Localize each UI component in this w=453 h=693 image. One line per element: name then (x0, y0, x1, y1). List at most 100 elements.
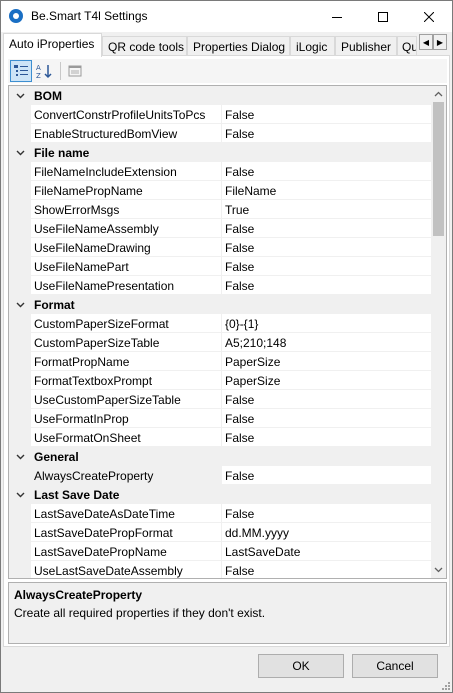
property-name[interactable]: CustomPaperSizeFormat (31, 314, 222, 333)
property-name[interactable]: ConvertConstrProfileUnitsToPcs (31, 105, 222, 124)
property-value[interactable]: False (222, 276, 431, 295)
tab-properties-dialog[interactable]: Properties Dialog (187, 36, 290, 56)
property-value[interactable]: False (222, 466, 431, 485)
property-row[interactable]: FormatPropName PaperSize (9, 352, 431, 371)
category-row[interactable]: General (9, 447, 431, 466)
property-row[interactable]: ConvertConstrProfileUnitsToPcs False (9, 105, 431, 124)
property-row[interactable]: UseFileNameDrawing False (9, 238, 431, 257)
property-row[interactable]: ShowErrorMsgs True (9, 200, 431, 219)
tab-auto-iproperties[interactable]: Auto iProperties (3, 33, 102, 57)
property-row[interactable]: UseFileNamePresentation False (9, 276, 431, 295)
property-row[interactable]: AlwaysCreateProperty False (9, 466, 431, 485)
property-value[interactable]: False (222, 409, 431, 428)
category-collapse-toggle[interactable] (9, 143, 31, 162)
grid-vertical-scrollbar[interactable] (431, 86, 446, 578)
tab-qr-code-tools[interactable]: QR code tools (102, 36, 187, 56)
row-margin (9, 314, 31, 333)
property-value[interactable]: False (222, 390, 431, 409)
property-value[interactable]: A5;210;148 (222, 333, 431, 352)
category-collapse-toggle[interactable] (9, 485, 31, 504)
property-name[interactable]: UseFileNamePresentation (31, 276, 222, 295)
property-value[interactable]: False (222, 105, 431, 124)
property-name[interactable]: UseFileNameDrawing (31, 238, 222, 257)
category-collapse-toggle[interactable] (9, 295, 31, 314)
property-row[interactable]: FormatTextboxPrompt PaperSize (9, 371, 431, 390)
close-button[interactable] (406, 1, 452, 32)
chevron-right-icon: ▶ (436, 37, 444, 47)
resize-grip-icon[interactable] (440, 680, 450, 690)
property-name[interactable]: ShowErrorMsgs (31, 200, 222, 219)
row-margin (9, 504, 31, 523)
property-row[interactable]: LastSaveDateAsDateTime False (9, 504, 431, 523)
property-value[interactable]: FileName (222, 181, 431, 200)
category-row[interactable]: BOM (9, 86, 431, 105)
property-name[interactable]: UseFormatOnSheet (31, 428, 222, 447)
property-name[interactable]: LastSaveDatePropName (31, 542, 222, 561)
category-row[interactable]: Last Save Date (9, 485, 431, 504)
property-name[interactable]: EnableStructuredBomView (31, 124, 222, 143)
property-value[interactable]: PaperSize (222, 371, 431, 390)
property-value[interactable]: False (222, 504, 431, 523)
category-collapse-toggle[interactable] (9, 86, 31, 105)
title-bar[interactable]: Be.Smart T4l Settings (1, 1, 452, 32)
property-row[interactable]: EnableStructuredBomView False (9, 124, 431, 143)
property-name[interactable]: LastSaveDatePropFormat (31, 523, 222, 542)
property-row[interactable]: LastSaveDatePropFormat dd.MM.yyyy (9, 523, 431, 542)
property-row[interactable]: UseFormatInProp False (9, 409, 431, 428)
alphabetical-view-button[interactable]: A Z (34, 60, 56, 82)
property-name[interactable]: FileNamePropName (31, 181, 222, 200)
property-row[interactable]: UseLastSaveDateAssembly False (9, 561, 431, 578)
property-name[interactable]: AlwaysCreateProperty (31, 466, 222, 485)
property-pages-button[interactable] (64, 60, 86, 82)
property-row[interactable]: UseFormatOnSheet False (9, 428, 431, 447)
tab-scroll-left-button[interactable]: ◀ (419, 34, 433, 50)
category-collapse-toggle[interactable] (9, 447, 31, 466)
tab-publisher[interactable]: Publisher (335, 36, 397, 56)
property-name[interactable]: UseFileNameAssembly (31, 219, 222, 238)
property-value[interactable]: False (222, 561, 431, 578)
property-row[interactable]: UseFileNameAssembly False (9, 219, 431, 238)
property-row[interactable]: UseCustomPaperSizeTable False (9, 390, 431, 409)
property-value[interactable]: LastSaveDate (222, 542, 431, 561)
property-value[interactable]: PaperSize (222, 352, 431, 371)
property-value[interactable]: False (222, 238, 431, 257)
scroll-thumb[interactable] (433, 102, 444, 236)
categorized-view-button[interactable] (10, 60, 32, 82)
property-name[interactable]: LastSaveDateAsDateTime (31, 504, 222, 523)
scroll-down-button[interactable] (431, 562, 446, 578)
property-name[interactable]: CustomPaperSizeTable (31, 333, 222, 352)
property-name[interactable]: FormatPropName (31, 352, 222, 371)
property-name[interactable]: FormatTextboxPrompt (31, 371, 222, 390)
property-value[interactable]: False (222, 162, 431, 181)
property-grid[interactable]: BOM ConvertConstrProfileUnitsToPcs False En… (8, 85, 447, 579)
property-row[interactable]: FileNamePropName FileName (9, 181, 431, 200)
property-name[interactable]: UseLastSaveDateAssembly (31, 561, 222, 578)
property-row[interactable]: CustomPaperSizeFormat {0}-{1} (9, 314, 431, 333)
ok-button[interactable]: OK (258, 654, 344, 678)
property-row[interactable]: FileNameIncludeExtension False (9, 162, 431, 181)
property-value[interactable]: {0}-{1} (222, 314, 431, 333)
tab-scroll-right-button[interactable]: ▶ (433, 34, 447, 50)
property-row[interactable]: CustomPaperSizeTable A5;210;148 (9, 333, 431, 352)
property-row[interactable]: LastSaveDatePropName LastSaveDate (9, 542, 431, 561)
property-value[interactable]: dd.MM.yyyy (222, 523, 431, 542)
tab-ilogic[interactable]: iLogic (290, 36, 335, 56)
property-name[interactable]: FileNameIncludeExtension (31, 162, 222, 181)
property-value[interactable]: False (222, 257, 431, 276)
property-value[interactable]: False (222, 219, 431, 238)
maximize-button[interactable] (360, 1, 406, 32)
minimize-button[interactable] (314, 1, 360, 32)
scroll-up-button[interactable] (431, 86, 446, 102)
property-value[interactable]: False (222, 428, 431, 447)
category-row[interactable]: Format (9, 295, 431, 314)
toolbar-separator (60, 62, 61, 80)
category-row[interactable]: File name (9, 143, 431, 162)
property-name[interactable]: UseFileNamePart (31, 257, 222, 276)
property-value[interactable]: False (222, 124, 431, 143)
property-row[interactable]: UseFileNamePart False (9, 257, 431, 276)
tab-quick[interactable]: Qu (397, 36, 417, 56)
property-name[interactable]: UseCustomPaperSizeTable (31, 390, 222, 409)
cancel-button[interactable]: Cancel (352, 654, 438, 678)
property-name[interactable]: UseFormatInProp (31, 409, 222, 428)
property-value[interactable]: True (222, 200, 431, 219)
